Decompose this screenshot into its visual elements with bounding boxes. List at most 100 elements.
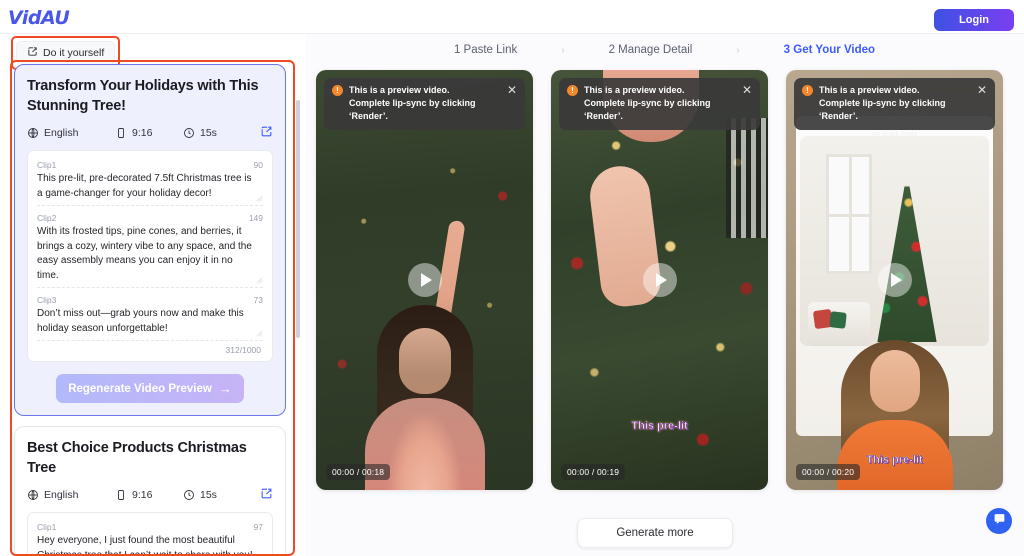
phone-icon [115, 127, 127, 139]
script-list-scrollbar[interactable] [296, 100, 300, 400]
preview-notice-banner: ! This is a preview video. Complete lip-… [794, 78, 995, 131]
play-button[interactable] [877, 263, 912, 297]
clip-text[interactable]: This pre-lit, pre-decorated 7.5ft Christ… [37, 172, 263, 201]
script-list: Transform Your Holidays with This Stunni… [14, 64, 299, 556]
main-content: 1 Paste Link › 2 Manage Detail › 3 Get Y… [305, 34, 1024, 556]
clip-char-count: 90 [253, 160, 263, 171]
preview-notice-banner: ! This is a preview video. Complete lip-… [559, 78, 760, 131]
step-manage-detail[interactable]: 2 Manage Detail [603, 44, 699, 56]
clip-label: Clip3 [37, 295, 57, 306]
clip-label: Clip2 [37, 213, 57, 224]
do-it-yourself-button[interactable]: Do it yourself [16, 41, 116, 65]
edit-script-button[interactable] [260, 125, 273, 141]
banner-text: This is a preview video. Complete lip-sy… [349, 84, 501, 123]
banner-line-2: Complete lip-sync by clicking ‘Render’. [819, 98, 946, 122]
language-value: English [44, 489, 79, 502]
generate-more-button[interactable]: Generate more [577, 518, 733, 548]
video-subtitle: This pre-lit [631, 420, 688, 433]
video-timecode: 00:00 / 00:19 [561, 464, 626, 480]
script-meta-row: English 9:16 15s [27, 125, 273, 141]
clip-list: Clip1 90 This pre-lit, pre-decorated 7.5… [27, 150, 273, 363]
clip-item[interactable]: Clip1 90 This pre-lit, pre-decorated 7.5… [37, 153, 263, 207]
edit-square-icon [27, 46, 38, 60]
clip-char-count: 149 [248, 213, 263, 224]
close-icon[interactable]: ✕ [742, 84, 752, 96]
resize-grip-icon[interactable] [256, 277, 263, 284]
stepper-nav: 1 Paste Link › 2 Manage Detail › 3 Get Y… [305, 44, 1024, 56]
duration-meta: 15s [183, 127, 251, 139]
language-value: English [44, 127, 79, 140]
app-root: VidAU Login Do it yourself Transform You… [0, 0, 1024, 556]
arrow-right-icon: → [218, 381, 232, 397]
clip-text[interactable]: With its frosted tips, pine cones, and b… [37, 225, 263, 283]
play-button[interactable] [407, 263, 442, 297]
scrollbar-thumb[interactable] [296, 100, 300, 338]
globe-icon [27, 489, 39, 501]
clip-item[interactable]: Clip1 97 Hey everyone, I just found the … [37, 515, 263, 556]
regenerate-label: Regenerate Video Preview [68, 382, 212, 395]
close-icon[interactable]: ✕ [507, 84, 517, 96]
chat-bubble-icon [993, 512, 1006, 530]
play-button[interactable] [642, 263, 677, 297]
clip-label: Clip1 [37, 522, 57, 533]
clock-icon [183, 489, 195, 501]
script-card-1[interactable]: Transform Your Holidays with This Stunni… [14, 64, 286, 417]
ratio-meta: 9:16 [115, 127, 183, 139]
script-title: Best Choice Products Christmas Tree [27, 440, 247, 476]
resize-grip-icon[interactable] [256, 330, 263, 337]
language-meta: English [27, 127, 115, 139]
clip-item[interactable]: Clip3 73 Don’t miss out—grab yours now a… [37, 288, 263, 342]
banner-line-1: This is a preview video. [349, 85, 450, 95]
step-get-your-video[interactable]: 3 Get Your Video [778, 44, 881, 56]
clip-text[interactable]: Hey everyone, I just found the most beau… [37, 534, 263, 556]
warning-icon: ! [567, 85, 578, 96]
video-subtitle: This pre-lit [866, 454, 923, 467]
total-char-count: 312/1000 [225, 345, 261, 356]
app-logo: VidAU [8, 7, 70, 29]
script-title: Transform Your Holidays with This Stunni… [27, 78, 259, 114]
video-preview-card-2[interactable]: ! This is a preview video. Complete lip-… [551, 70, 768, 490]
script-card-2[interactable]: Best Choice Products Christmas Tree Engl… [14, 426, 286, 556]
banner-line-2: Complete lip-sync by clicking ‘Render’. [584, 98, 711, 122]
duration-value: 15s [200, 127, 217, 140]
ratio-value: 9:16 [132, 127, 153, 140]
clip-item[interactable]: Clip2 149 With its frosted tips, pine co… [37, 206, 263, 289]
clip-label: Clip1 [37, 160, 57, 171]
chat-support-button[interactable] [986, 508, 1012, 534]
resize-grip-icon[interactable] [256, 195, 263, 202]
do-it-yourself-label: Do it yourself [43, 47, 105, 59]
language-meta: English [27, 489, 115, 501]
clip-char-count: 97 [253, 522, 263, 533]
warning-icon: ! [802, 85, 813, 96]
script-meta-row: English 9:16 15s [27, 487, 273, 503]
chevron-right-icon: › [561, 44, 565, 56]
video-preview-grid: ! This is a preview video. Complete lip-… [316, 70, 1003, 490]
phone-icon [115, 489, 127, 501]
video-preview-card-1[interactable]: ! This is a preview video. Complete lip-… [316, 70, 533, 490]
ratio-meta: 9:16 [115, 489, 183, 501]
edit-script-button[interactable] [260, 487, 273, 503]
video-timecode: 00:00 / 00:18 [326, 464, 391, 480]
banner-line-1: This is a preview video. [584, 85, 685, 95]
preview-notice-banner: ! This is a preview video. Complete lip-… [324, 78, 525, 131]
chevron-right-icon: › [736, 44, 740, 56]
video-timecode: 00:00 / 00:20 [796, 464, 861, 480]
globe-icon [27, 127, 39, 139]
regenerate-video-preview-button[interactable]: Regenerate Video Preview → [56, 374, 244, 404]
banner-line-1: This is a preview video. [819, 85, 920, 95]
clip-char-count: 73 [253, 295, 263, 306]
clock-icon [183, 127, 195, 139]
warning-icon: ! [332, 85, 343, 96]
video-preview-card-3[interactable]: ★★★★★ MELROYY What are some good recomme… [786, 70, 1003, 490]
left-panel: Do it yourself Transform Your Holidays w… [0, 34, 305, 556]
top-bar: VidAU Login [0, 0, 1024, 34]
clip-text[interactable]: Don’t miss out—grab yours now and make t… [37, 307, 263, 336]
edit-square-icon [260, 488, 273, 503]
banner-text: This is a preview video. Complete lip-sy… [819, 84, 971, 123]
edit-square-icon [260, 126, 273, 141]
step-paste-link[interactable]: 1 Paste Link [448, 44, 523, 56]
close-icon[interactable]: ✕ [977, 84, 987, 96]
banner-text: This is a preview video. Complete lip-sy… [584, 84, 736, 123]
duration-meta: 15s [183, 489, 251, 501]
login-button[interactable]: Login [934, 9, 1014, 31]
